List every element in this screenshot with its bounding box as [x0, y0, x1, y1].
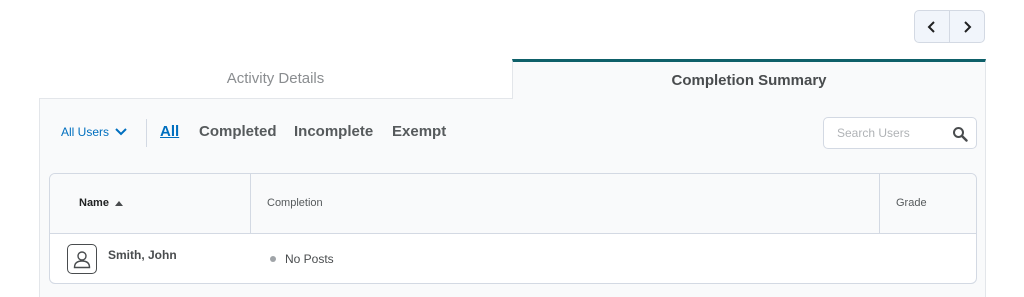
- column-divider: [250, 174, 251, 234]
- search-input[interactable]: [835, 125, 945, 141]
- tab-label: Activity Details: [226, 70, 325, 87]
- tab-completion-summary[interactable]: Completion Summary: [512, 59, 986, 99]
- column-header-completion: Completion: [267, 197, 323, 209]
- column-header-name[interactable]: Name: [79, 197, 123, 209]
- column-header-grade: Grade: [896, 197, 927, 209]
- tab-bar: Activity Details Completion Summary: [39, 59, 986, 99]
- filter-exempt[interactable]: Exempt: [392, 123, 446, 140]
- completion-status-label: No Posts: [285, 252, 334, 266]
- filter-completed[interactable]: Completed: [199, 123, 277, 140]
- completion-status: No Posts: [270, 252, 334, 266]
- tab-label: Completion Summary: [671, 72, 827, 89]
- previous-button[interactable]: [915, 11, 949, 42]
- users-table: Name Completion Grade Smith, John No Pos…: [49, 173, 977, 284]
- chevron-right-icon: [964, 20, 972, 33]
- tab-activity-details[interactable]: Activity Details: [39, 59, 512, 99]
- avatar: [67, 244, 97, 274]
- chevron-left-icon: [927, 20, 935, 33]
- column-header-label: Name: [79, 197, 109, 209]
- filter-bar: All Users All Completed Incomplete Exemp…: [40, 117, 985, 149]
- filter-incomplete[interactable]: Incomplete: [294, 123, 373, 140]
- search-icon: [953, 127, 968, 142]
- user-profile-icon: [73, 251, 91, 269]
- divider: [146, 119, 147, 147]
- filter-all[interactable]: All: [160, 123, 179, 140]
- search-box: [823, 117, 977, 149]
- completion-summary-panel: All Users All Completed Incomplete Exemp…: [39, 99, 986, 297]
- sort-ascending-icon: [114, 200, 123, 206]
- pager: [914, 10, 985, 43]
- next-button[interactable]: [949, 11, 984, 42]
- users-dropdown[interactable]: All Users: [61, 125, 127, 139]
- chevron-down-icon: [115, 128, 127, 136]
- column-divider: [879, 174, 880, 234]
- table-row: Smith, John No Posts: [50, 235, 976, 283]
- users-dropdown-label: All Users: [61, 125, 110, 139]
- user-name[interactable]: Smith, John: [108, 248, 177, 262]
- table-header: Name Completion Grade: [50, 174, 976, 234]
- search-button[interactable]: [950, 124, 970, 144]
- status-dot-icon: [270, 256, 276, 262]
